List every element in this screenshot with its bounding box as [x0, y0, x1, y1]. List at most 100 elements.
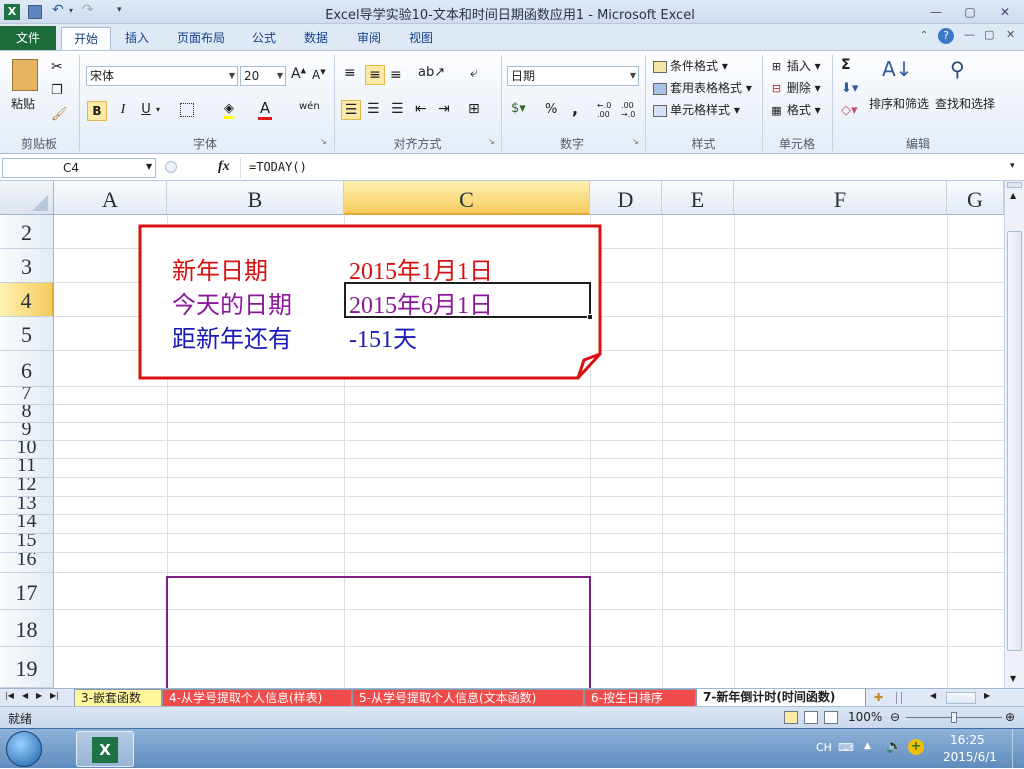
percent-button[interactable]: % — [545, 102, 557, 117]
zoom-level[interactable]: 100% — [848, 710, 882, 724]
sheet-tab-4[interactable]: 4-从学号提取个人信息(样表) — [162, 689, 352, 707]
zoom-out-icon[interactable]: ⊖ — [890, 710, 900, 724]
row-header-10[interactable]: 10 — [0, 441, 54, 459]
column-header-e[interactable]: E — [662, 181, 734, 215]
font-dialog-launcher-icon[interactable]: ↘ — [320, 137, 327, 146]
name-box[interactable]: C4 ▼ — [2, 158, 156, 178]
close-button[interactable]: ✕ — [995, 3, 1015, 21]
tab-review[interactable]: 审阅 — [345, 27, 393, 50]
cell-c5[interactable]: -151天 — [349, 319, 417, 354]
tab-file[interactable]: 文件 — [0, 26, 56, 50]
chevron-down-icon[interactable]: ▼ — [146, 162, 152, 171]
show-hidden-icons-icon[interactable]: ▲ — [864, 741, 871, 751]
volume-icon[interactable]: 🔈 — [886, 739, 902, 754]
row-header-17[interactable]: 17 — [0, 573, 54, 610]
row-header-9[interactable]: 9 — [0, 423, 54, 441]
format-painter-icon[interactable]: 🖌 — [51, 107, 68, 122]
workbook-restore-icon[interactable]: ▢ — [984, 28, 994, 41]
hscroll-right-icon[interactable]: ▶ — [984, 691, 990, 700]
row-header-11[interactable]: 11 — [0, 459, 54, 478]
number-format-combo[interactable]: 日期 ▼ — [507, 66, 639, 86]
alignment-dialog-launcher-icon[interactable]: ↘ — [488, 137, 495, 146]
scroll-down-icon[interactable]: ▼ — [1010, 674, 1016, 683]
row-header-2[interactable]: 2 — [0, 215, 54, 249]
column-header-g[interactable]: G — [947, 181, 1004, 215]
language-indicator[interactable]: CH — [816, 741, 832, 754]
sort-filter-button[interactable]: 排序和筛选 — [869, 95, 929, 112]
row-header-8[interactable]: 8 — [0, 405, 54, 423]
italic-button[interactable]: I — [114, 102, 132, 118]
workbook-close-icon[interactable]: ✕ — [1006, 28, 1015, 41]
customize-qat-icon[interactable]: ▾ — [117, 5, 122, 15]
row-header-18[interactable]: 18 — [0, 610, 54, 647]
align-top-icon[interactable]: ≡ — [344, 65, 356, 81]
tab-formulas[interactable]: 公式 — [240, 27, 288, 50]
borders-icon[interactable] — [180, 103, 194, 117]
number-dialog-launcher-icon[interactable]: ↘ — [632, 137, 639, 146]
row-header-15[interactable]: 15 — [0, 534, 54, 553]
normal-view-icon[interactable] — [784, 711, 798, 724]
row-header-13[interactable]: 13 — [0, 497, 54, 515]
orientation-icon[interactable]: ab↗ — [418, 65, 445, 80]
network-icon[interactable]: + — [908, 739, 924, 755]
autosum-button[interactable]: Σ — [841, 57, 851, 73]
font-size-combo[interactable]: 20 ▼ — [240, 66, 286, 86]
save-icon[interactable] — [28, 5, 42, 19]
tab-data[interactable]: 数据 — [292, 27, 340, 50]
decrease-font-icon[interactable]: A▼ — [312, 68, 326, 82]
first-sheet-icon[interactable]: |◀ — [5, 691, 14, 700]
delete-cells-button[interactable]: ⊟ 删除 ▾ — [770, 78, 821, 98]
row-header-7[interactable]: 7 — [0, 387, 54, 405]
start-button-icon[interactable] — [6, 731, 42, 767]
formula-input[interactable]: =TODAY() — [240, 158, 1008, 178]
redo-icon[interactable]: ↷ — [82, 2, 94, 18]
cell-c4[interactable]: 2015年6月1日 — [349, 285, 493, 320]
phonetic-icon[interactable]: wén — [299, 101, 320, 112]
align-middle-icon[interactable]: ≡ — [365, 65, 385, 85]
decrease-decimal-icon[interactable]: .00 →.0 — [621, 101, 641, 119]
insert-function-icon[interactable]: fx — [218, 159, 230, 175]
clock-date[interactable]: 2015/6/1 — [943, 750, 997, 764]
prev-sheet-icon[interactable]: ◀ — [22, 691, 28, 700]
underline-button[interactable]: U — [137, 102, 155, 117]
keyboard-icon[interactable]: ⌨ — [838, 741, 854, 754]
tab-split-bar[interactable] — [896, 692, 902, 704]
sheet-tab-7-active[interactable]: 7-新年倒计时(时间函数) — [696, 689, 866, 707]
copy-icon[interactable]: ❐ — [51, 83, 63, 98]
insert-sheet-icon[interactable]: ✚ — [874, 691, 883, 704]
undo-icon[interactable]: ↶ — [52, 2, 64, 18]
sheet-tab-6[interactable]: 6-按生日排序 — [584, 689, 696, 707]
align-bottom-icon[interactable]: ≡ — [390, 67, 402, 83]
column-header-a[interactable]: A — [54, 181, 167, 215]
worksheet-grid[interactable]: A B C D E F G 2 3 4 5 6 7 8 9 10 11 12 1… — [0, 181, 1004, 688]
purple-rectangle-shape[interactable] — [166, 576, 591, 688]
cut-icon[interactable]: ✂ — [51, 59, 63, 75]
next-sheet-icon[interactable]: ▶ — [36, 691, 42, 700]
tab-insert[interactable]: 插入 — [113, 27, 161, 50]
minimize-button[interactable]: — — [926, 3, 946, 21]
clock-time[interactable]: 16:25 — [950, 733, 985, 747]
format-as-table-button[interactable]: 套用表格格式 ▾ — [653, 78, 752, 98]
workbook-minimize-icon[interactable]: — — [964, 28, 975, 41]
zoom-slider-thumb[interactable] — [951, 712, 957, 723]
row-header-3[interactable]: 3 — [0, 249, 54, 283]
column-header-d[interactable]: D — [590, 181, 662, 215]
formula-bar-toggle-icon[interactable] — [165, 161, 177, 173]
hscroll-left-icon[interactable]: ◀ — [930, 691, 936, 700]
hscroll-thumb[interactable] — [946, 692, 976, 704]
find-select-button[interactable]: 查找和选择 — [935, 95, 995, 112]
increase-indent-icon[interactable]: ⇥ — [438, 101, 450, 117]
fill-icon[interactable]: ⬇▾ — [841, 81, 858, 96]
comma-button[interactable]: , — [572, 99, 578, 118]
column-header-c[interactable]: C — [344, 181, 590, 215]
scroll-thumb[interactable] — [1007, 231, 1022, 651]
column-header-b[interactable]: B — [167, 181, 344, 215]
fill-handle[interactable] — [587, 314, 593, 320]
conditional-format-button[interactable]: 条件格式 ▾ — [653, 56, 728, 76]
row-header-12[interactable]: 12 — [0, 478, 54, 497]
help-icon[interactable]: ? — [938, 28, 954, 44]
row-header-6[interactable]: 6 — [0, 351, 54, 387]
find-select-icon[interactable]: ⚲ — [950, 57, 965, 81]
split-box[interactable] — [1007, 182, 1022, 188]
page-break-view-icon[interactable] — [824, 711, 838, 724]
